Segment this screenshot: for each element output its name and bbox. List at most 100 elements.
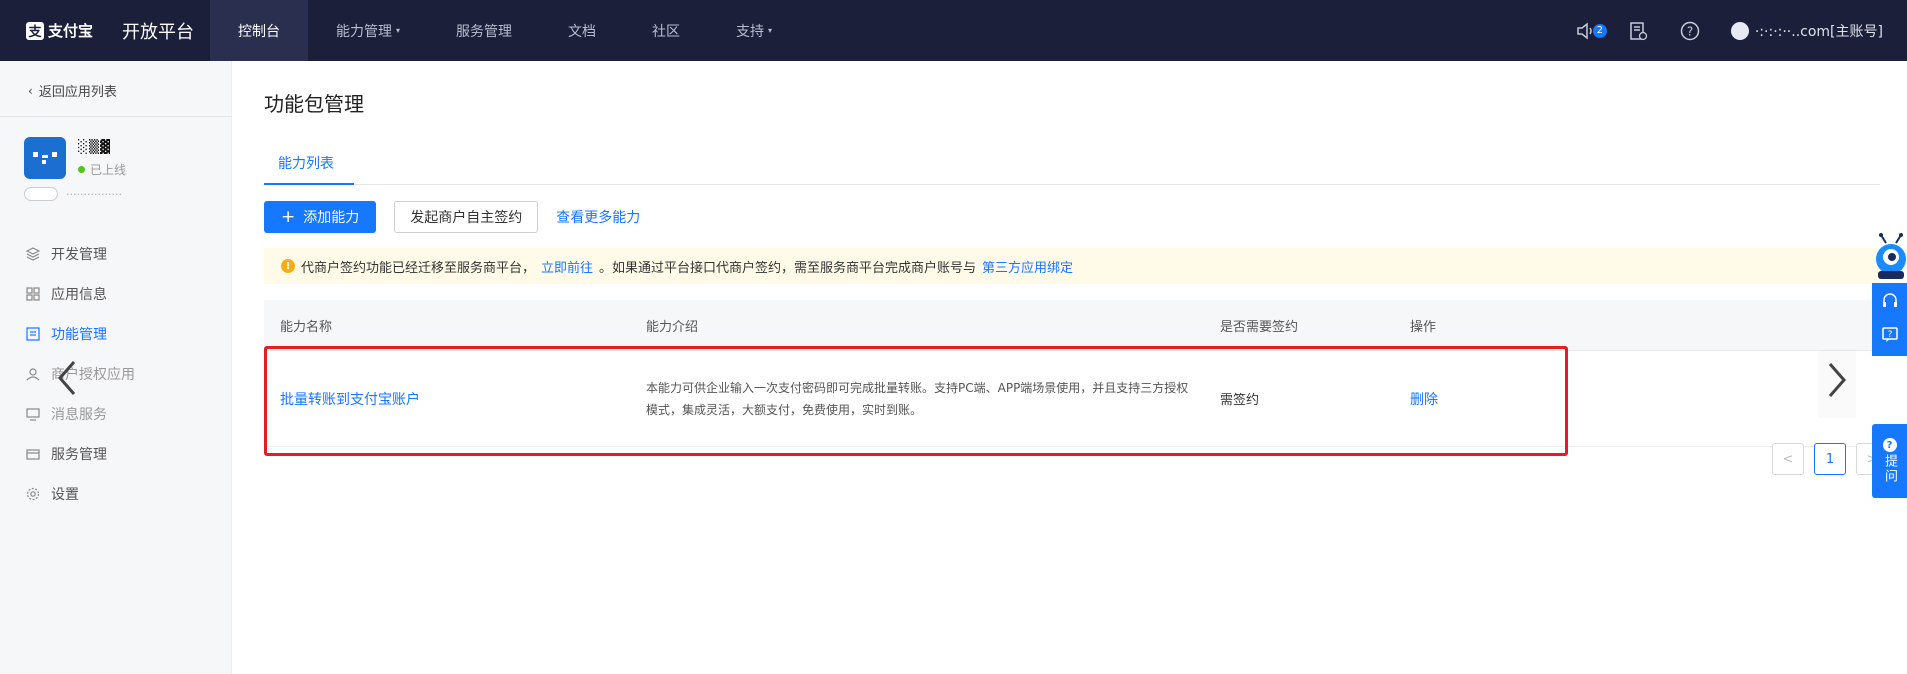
card-icon	[25, 446, 41, 462]
action-bar: + 添加能力 发起商户自主签约 查看更多能力	[264, 201, 640, 233]
svg-text:?: ?	[1887, 330, 1892, 340]
sidebar-menu: 开发管理应用信息功能管理 商户授权应用消息服务服务管理设置	[0, 234, 232, 514]
notification-button[interactable]: 2	[1575, 20, 1607, 42]
nav-item-1[interactable]: 能力管理 ▾	[308, 0, 428, 61]
chat-question-icon: ?	[1881, 327, 1898, 342]
notice-text-1: 代商户签约功能已经迁移至服务商平台，	[301, 260, 536, 276]
sidebar-item-label: 设置	[51, 487, 79, 503]
pagination: < 1 >	[1772, 443, 1888, 475]
chevron-left-icon: ‹	[28, 83, 33, 98]
header-desc: 能力介绍	[646, 319, 699, 335]
go-now-link[interactable]: 立即前往	[541, 257, 593, 276]
warning-icon: !	[281, 259, 295, 273]
header-name: 能力名称	[280, 319, 333, 335]
row-highlight-box	[264, 346, 1568, 456]
merchant-sign-button[interactable]: 发起商户自主签约	[394, 201, 539, 233]
help-button[interactable]: ?	[1679, 20, 1701, 42]
layers-icon	[25, 246, 41, 262]
assistant-mascot[interactable]	[1872, 233, 1907, 285]
sidebar-item-5[interactable]: 服务管理	[0, 434, 232, 474]
back-label: 返回应用列表	[38, 85, 117, 100]
user-icon	[25, 366, 41, 382]
question-icon: ?	[1882, 438, 1897, 452]
header-sign: 是否需要签约	[1220, 319, 1299, 335]
customer-service-button[interactable]	[1881, 292, 1899, 314]
alipay-logo: 支 支付宝	[26, 19, 108, 43]
nav-item-label: 服务管理	[456, 23, 513, 40]
nav-item-3[interactable]: 文档	[540, 0, 624, 61]
ask-label: 提问	[1882, 454, 1897, 484]
ticket-button[interactable]	[1627, 20, 1649, 42]
svg-text:?: ?	[1687, 24, 1693, 38]
nav-item-5[interactable]: 支持 ▾	[708, 0, 800, 61]
pagination-prev[interactable]: <	[1772, 443, 1804, 475]
nav-item-label: 支持	[736, 23, 765, 40]
app-id-value: ················	[66, 187, 122, 201]
nav-item-0[interactable]: 控制台	[210, 0, 308, 61]
tab-bar: 能力列表	[264, 145, 1880, 185]
plus-icon: +	[281, 207, 296, 227]
main-nav: 控制台 能力管理 ▾ 服务管理 文档 社区 支持 ▾	[210, 0, 800, 61]
nav-item-label: 能力管理	[336, 23, 392, 40]
sidebar-item-label: 消息服务	[51, 407, 107, 423]
account-name: ·:·:·:··..com[主账号]	[1754, 23, 1883, 40]
third-party-bind-link[interactable]: 第三方应用绑定	[982, 257, 1073, 276]
app-id-tag	[24, 187, 58, 201]
headset-icon	[1882, 293, 1897, 308]
brand[interactable]: 支 支付宝 开放平台	[0, 0, 210, 61]
avatar	[1730, 21, 1749, 40]
table-header: 能力名称 能力介绍 是否需要签约 操作	[264, 300, 1880, 351]
app-avatar	[24, 137, 66, 179]
app-name: ░▒▓	[78, 140, 111, 155]
alipay-logo-icon: 支	[26, 21, 44, 40]
caret-down-icon: ▾	[768, 26, 773, 35]
merchant-sign-label: 发起商户自主签约	[410, 210, 523, 226]
back-to-app-list-link[interactable]: ‹ 返回应用列表	[28, 81, 117, 101]
tab-underline	[264, 183, 354, 185]
app-status: 已上线	[78, 161, 126, 178]
caret-down-icon: ▾	[396, 26, 401, 35]
sidebar-item-3[interactable]: 商户授权应用	[0, 354, 232, 394]
carousel-prev-arrow[interactable]	[52, 358, 82, 398]
nav-item-2[interactable]: 服务管理	[428, 0, 540, 61]
nav-item-label: 文档	[568, 23, 597, 40]
grid-icon	[25, 286, 41, 302]
sidebar-item-label: 服务管理	[51, 447, 107, 463]
sidebar-item-label: 开发管理	[51, 247, 107, 263]
app-card: ░▒▓ 已上线 ················	[24, 137, 214, 207]
page-title: 功能包管理	[264, 92, 364, 116]
sidebar-item-0[interactable]: 开发管理	[0, 234, 232, 274]
status-label: 已上线	[90, 163, 127, 177]
sidebar: ‹ 返回应用列表 ░▒▓ 已上线 ················ 开发管理应用…	[0, 61, 232, 674]
chevron-left-icon	[58, 361, 76, 395]
more-capabilities-link[interactable]: 查看更多能力	[556, 207, 640, 227]
ask-question-button[interactable]: ? 提问	[1872, 424, 1907, 498]
notice-text-2: 。如果通过平台接口代商户签约，需至服务商平台完成商户账号与	[599, 260, 977, 276]
nav-item-label: 控制台	[238, 23, 280, 40]
sidebar-item-2[interactable]: 功能管理	[0, 314, 232, 354]
pagination-page[interactable]: 1	[1814, 443, 1846, 475]
floating-toolbar: ?	[1872, 283, 1907, 356]
gear-icon	[25, 486, 41, 502]
ant-mascot-icon	[1876, 233, 1906, 279]
feedback-button[interactable]: ?	[1881, 325, 1899, 347]
question-circle-icon: ?	[1680, 21, 1700, 40]
sidebar-item-1[interactable]: 应用信息	[0, 274, 232, 314]
sidebar-item-4[interactable]: 消息服务	[0, 394, 232, 434]
monitor-icon	[25, 406, 41, 422]
account-menu[interactable]: ·:·:·:··..com[主账号]	[1730, 21, 1883, 41]
sidebar-item-6[interactable]: 设置	[0, 474, 232, 514]
platform-title: 开放平台	[122, 21, 194, 43]
logo-text: 支付宝	[48, 22, 94, 40]
add-capability-button[interactable]: + 添加能力	[264, 201, 377, 233]
header-action: 操作	[1410, 319, 1437, 335]
nav-item-label: 社区	[652, 23, 681, 40]
document-clock-icon	[1630, 21, 1648, 40]
sidebar-item-label: 应用信息	[51, 287, 107, 303]
notification-badge: 2	[1592, 23, 1607, 38]
svg-text:支: 支	[27, 24, 42, 40]
nav-item-4[interactable]: 社区	[624, 0, 708, 61]
divider	[0, 116, 232, 117]
tab-capability-list[interactable]: 能力列表	[264, 145, 348, 185]
top-right-tools: 2 ? ·:·:·:··..com[主账号]	[1575, 0, 1883, 61]
